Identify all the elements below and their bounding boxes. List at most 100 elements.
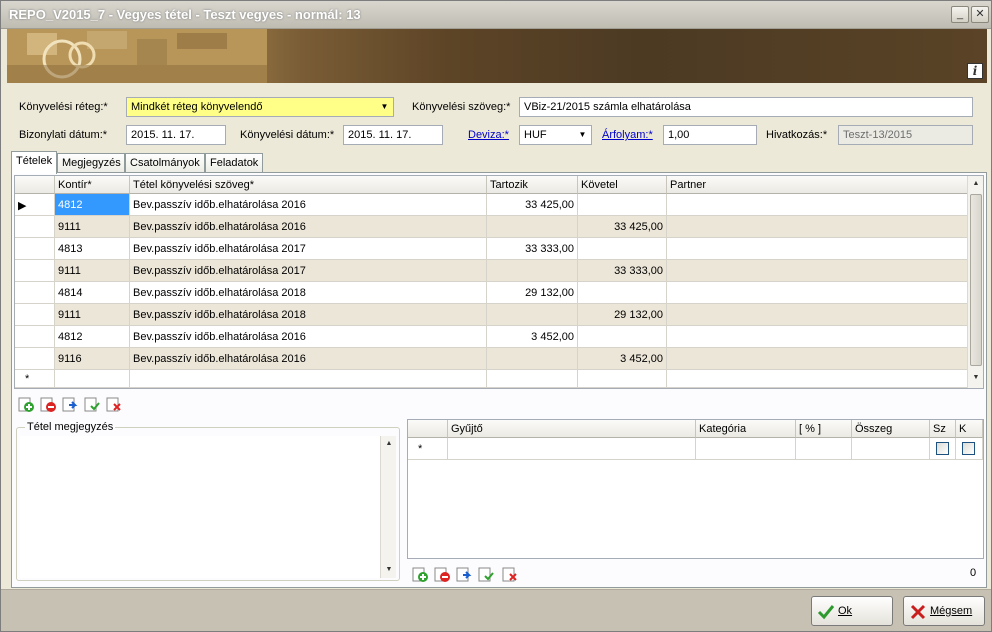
scroll-thumb[interactable]: [970, 194, 982, 366]
header-credit[interactable]: Követel: [578, 176, 667, 194]
cell-debit[interactable]: 33 425,00: [487, 194, 578, 216]
move-row-icon[interactable]: [455, 565, 473, 583]
info-icon[interactable]: i: [967, 63, 983, 79]
cell-credit[interactable]: 33 425,00: [578, 216, 667, 238]
post-date-input[interactable]: 2015. 11. 17.: [343, 125, 443, 145]
cell-kontir[interactable]: 9111: [55, 304, 130, 326]
cell-amount[interactable]: [852, 438, 930, 460]
note-vertical-scrollbar[interactable]: ▲ ▼: [380, 436, 396, 578]
scroll-down-icon[interactable]: ▼: [381, 562, 397, 578]
cell-credit[interactable]: [578, 326, 667, 348]
cell-text[interactable]: Bev.passzív időb.elhatárolása 2017: [130, 260, 487, 282]
cancel-button[interactable]: Mégsem: [903, 596, 985, 626]
cell-partner[interactable]: [667, 282, 969, 304]
cell-text[interactable]: Bev.passzív időb.elhatárolása 2016: [130, 216, 487, 238]
cell-partner[interactable]: [667, 216, 969, 238]
cell-credit[interactable]: [578, 282, 667, 304]
cell-partner[interactable]: [667, 260, 969, 282]
doc-date-input[interactable]: 2015. 11. 17.: [126, 125, 226, 145]
cell-kontir[interactable]: 9111: [55, 260, 130, 282]
cell-credit[interactable]: 3 452,00: [578, 348, 667, 370]
cell-kontir[interactable]: [55, 370, 130, 388]
header-percent[interactable]: [ % ]: [796, 420, 852, 438]
confirm-row-icon[interactable]: [477, 565, 495, 583]
currency-link[interactable]: Deviza:*: [468, 129, 509, 141]
cell-credit[interactable]: 33 333,00: [578, 260, 667, 282]
table-row[interactable]: 9111 Bev.passzív időb.elhatárolása 2018 …: [15, 304, 969, 326]
sz-checkbox[interactable]: [936, 442, 949, 455]
cell-debit[interactable]: [487, 216, 578, 238]
cell-debit[interactable]: [487, 348, 578, 370]
cell-debit[interactable]: [487, 304, 578, 326]
posting-text-input[interactable]: VBiz-21/2015 számla elhatárolása: [519, 97, 973, 117]
layer-select[interactable]: Mindkét réteg könyvelendő ▼: [126, 97, 394, 117]
cell-percent[interactable]: [796, 438, 852, 460]
tab-items[interactable]: Tételek: [11, 151, 57, 174]
header-amount[interactable]: Összeg: [852, 420, 930, 438]
cell-text[interactable]: Bev.passzív időb.elhatárolása 2016: [130, 194, 487, 216]
cell-debit[interactable]: [487, 260, 578, 282]
cell-kontir[interactable]: 4812: [55, 194, 130, 216]
cell-collector[interactable]: [448, 438, 696, 460]
cell-debit[interactable]: 33 333,00: [487, 238, 578, 260]
remove-row-icon[interactable]: [39, 395, 57, 413]
cell-debit[interactable]: [487, 370, 578, 388]
header-collector[interactable]: Gyűjtő: [448, 420, 696, 438]
confirm-row-icon[interactable]: [83, 395, 101, 413]
k-checkbox[interactable]: [962, 442, 975, 455]
cell-partner[interactable]: [667, 370, 969, 388]
tab-note[interactable]: Megjegyzés: [57, 153, 125, 173]
header-sz[interactable]: Sz: [930, 420, 956, 438]
header-k[interactable]: K: [956, 420, 983, 438]
cell-kontir[interactable]: 4814: [55, 282, 130, 304]
new-row[interactable]: *: [15, 370, 969, 388]
cell-partner[interactable]: [667, 304, 969, 326]
chevron-down-icon[interactable]: ▼: [376, 98, 393, 116]
table-row[interactable]: ▶ 4812 Bev.passzív időb.elhatárolása 201…: [15, 194, 969, 216]
header-kontir[interactable]: Kontír*: [55, 176, 130, 194]
ok-button[interactable]: Ok: [811, 596, 893, 626]
cell-debit[interactable]: 29 132,00: [487, 282, 578, 304]
cell-credit[interactable]: [578, 370, 667, 388]
cell-text[interactable]: Bev.passzív időb.elhatárolása 2018: [130, 304, 487, 326]
cell-kontir[interactable]: 9111: [55, 216, 130, 238]
add-row-icon[interactable]: [17, 395, 35, 413]
tab-attachments[interactable]: Csatolmányok: [125, 153, 205, 173]
table-row[interactable]: 9111 Bev.passzív időb.elhatárolása 2017 …: [15, 260, 969, 282]
scroll-down-icon[interactable]: ▼: [968, 370, 983, 386]
delete-row-icon[interactable]: [501, 565, 519, 583]
move-row-icon[interactable]: [61, 395, 79, 413]
cell-kontir[interactable]: 4812: [55, 326, 130, 348]
cell-kontir[interactable]: 9116: [55, 348, 130, 370]
cell-partner[interactable]: [667, 194, 969, 216]
new-row[interactable]: *: [408, 438, 983, 460]
exchange-rate-input[interactable]: 1,00: [663, 125, 757, 145]
remove-row-icon[interactable]: [433, 565, 451, 583]
exchange-rate-link[interactable]: Árfolyam:*: [602, 129, 653, 141]
cell-partner[interactable]: [667, 326, 969, 348]
scroll-up-icon[interactable]: ▲: [968, 176, 983, 192]
cell-k[interactable]: [956, 438, 983, 460]
header-text[interactable]: Tétel könyvelési szöveg*: [130, 176, 487, 194]
add-row-icon[interactable]: [411, 565, 429, 583]
header-debit[interactable]: Tartozik: [487, 176, 578, 194]
table-row[interactable]: 4812 Bev.passzív időb.elhatárolása 2016 …: [15, 326, 969, 348]
grid-vertical-scrollbar[interactable]: ▲ ▼: [967, 176, 983, 388]
cell-debit[interactable]: 3 452,00: [487, 326, 578, 348]
cell-sz[interactable]: [930, 438, 956, 460]
cell-credit[interactable]: [578, 238, 667, 260]
cell-text[interactable]: Bev.passzív időb.elhatárolása 2016: [130, 348, 487, 370]
table-row[interactable]: 4813 Bev.passzív időb.elhatárolása 2017 …: [15, 238, 969, 260]
item-note-textarea[interactable]: ▲ ▼: [20, 436, 396, 578]
cell-category[interactable]: [696, 438, 796, 460]
chevron-down-icon[interactable]: ▼: [574, 126, 591, 144]
cell-text[interactable]: Bev.passzív időb.elhatárolása 2017: [130, 238, 487, 260]
cell-text[interactable]: [130, 370, 487, 388]
cell-kontir[interactable]: 4813: [55, 238, 130, 260]
delete-row-icon[interactable]: [105, 395, 123, 413]
cell-credit[interactable]: [578, 194, 667, 216]
cell-partner[interactable]: [667, 238, 969, 260]
close-button[interactable]: ✕: [971, 6, 989, 23]
tab-tasks[interactable]: Feladatok: [205, 153, 263, 173]
cell-text[interactable]: Bev.passzív időb.elhatárolása 2016: [130, 326, 487, 348]
